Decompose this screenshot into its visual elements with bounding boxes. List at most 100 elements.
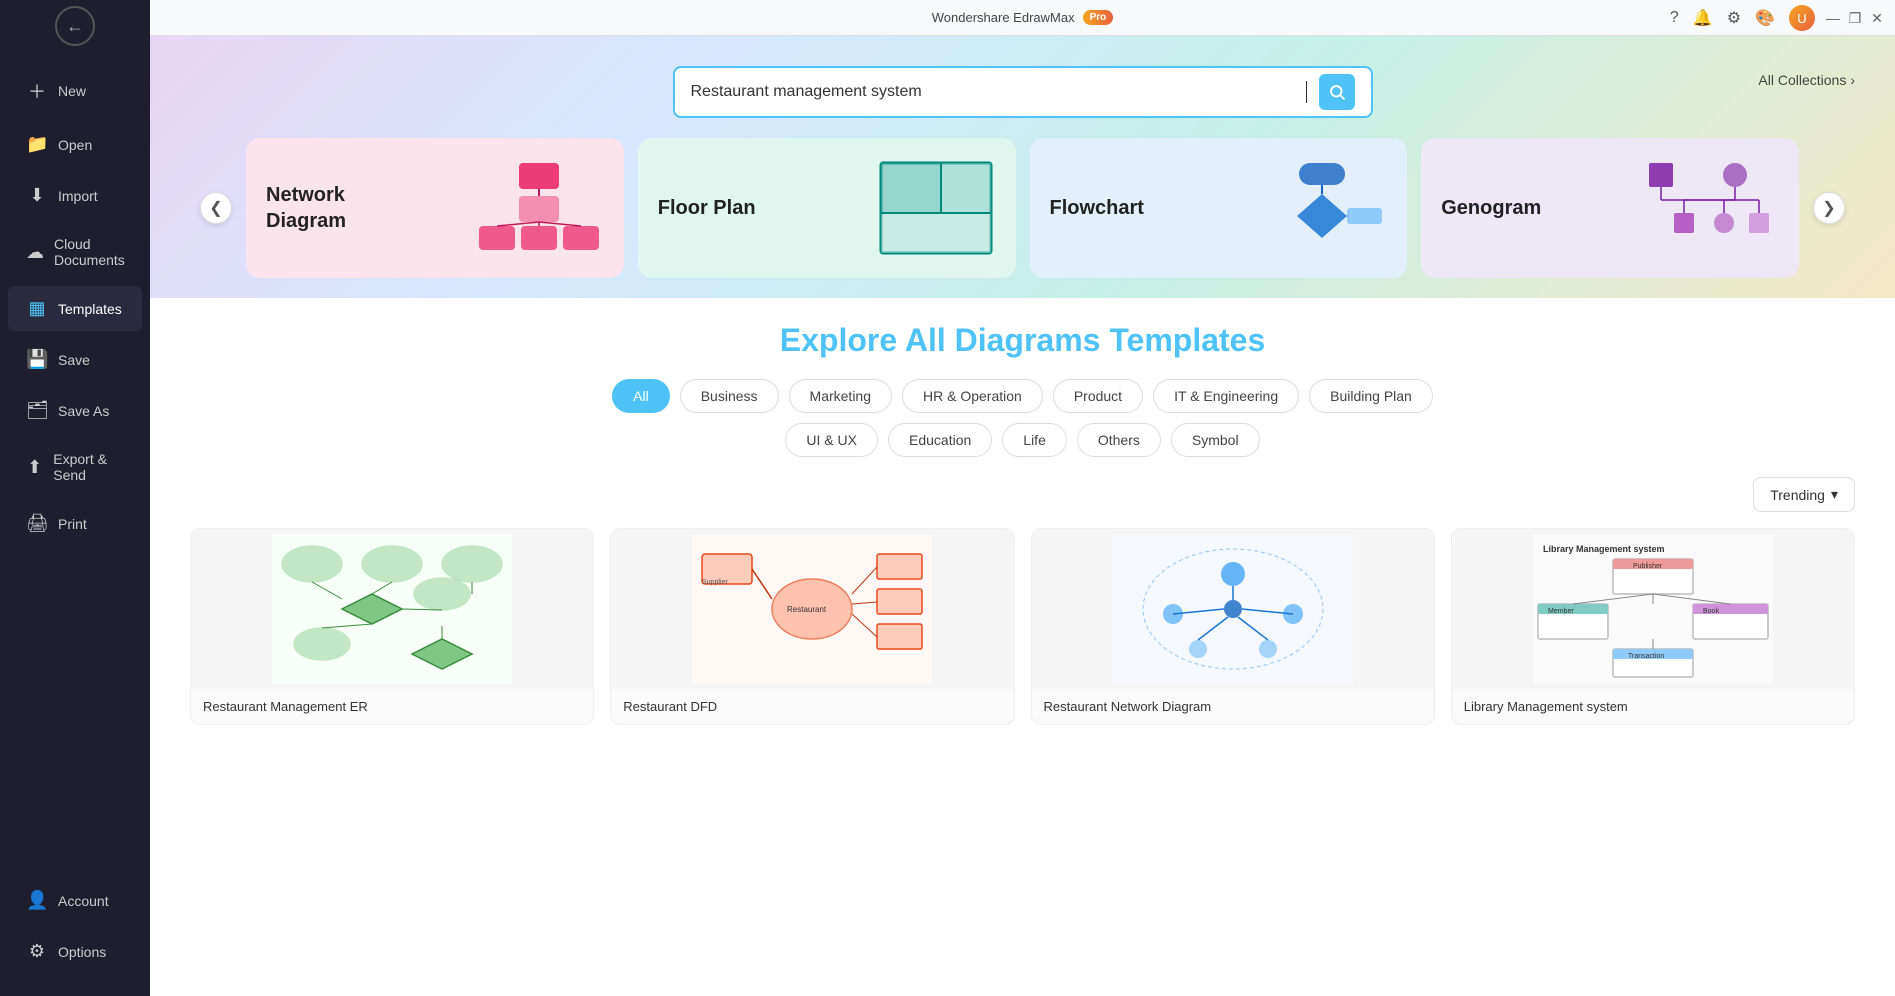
filter-tag-others[interactable]: Others	[1077, 423, 1161, 457]
sidebar-item-new-label: New	[58, 83, 86, 99]
filter-tag-it[interactable]: IT & Engineering	[1153, 379, 1299, 413]
thumb-img-4: Library Management system Publisher Book…	[1452, 529, 1854, 689]
filter-tag-business[interactable]: Business	[680, 379, 779, 413]
sidebar-item-templates-label: Templates	[58, 301, 122, 317]
template-card-network[interactable]: Network Diagram	[246, 138, 624, 278]
sidebar-item-account[interactable]: 👤 Account	[8, 878, 142, 923]
svg-text:Publisher: Publisher	[1633, 563, 1663, 570]
print-icon: 🖨	[26, 513, 48, 534]
sidebar-nav: ＋ New 📁 Open ⬇ Import ☁ Cloud Documents …	[0, 56, 150, 866]
trending-row: Trending ▾	[190, 477, 1855, 512]
filter-tag-marketing[interactable]: Marketing	[789, 379, 892, 413]
minimize-button[interactable]: —	[1825, 10, 1841, 26]
thumb-label-3: Restaurant Network Diagram	[1032, 689, 1434, 724]
sidebar-item-open-label: Open	[58, 137, 92, 153]
thumb-img-1	[191, 529, 593, 689]
back-button[interactable]: ←	[55, 6, 95, 46]
sidebar-bottom: 👤 Account ⚙ Options	[0, 866, 150, 996]
sidebar-item-import[interactable]: ⬇ Import	[8, 173, 142, 218]
toolbar-right: ? 🔔 ⚙ 🎨 U	[1670, 0, 1815, 36]
filter-tag-life[interactable]: Life	[1002, 423, 1067, 457]
template-card-floorplan-title: Floor Plan	[658, 195, 756, 221]
sidebar-item-saveas[interactable]: 🗂 Save As	[8, 388, 142, 433]
pro-badge: Pro	[1083, 10, 1114, 25]
maximize-button[interactable]: ❐	[1847, 10, 1863, 26]
carousel-prev-button[interactable]: ❮	[200, 192, 232, 224]
filter-tag-product[interactable]: Product	[1053, 379, 1143, 413]
search-bar	[673, 66, 1373, 118]
account-icon: 👤	[26, 890, 48, 911]
template-card-network-title: Network Diagram	[266, 182, 386, 234]
sidebar: ← ＋ New 📁 Open ⬇ Import ☁ Cloud Document…	[0, 0, 150, 996]
template-card-genogram[interactable]: Genogram	[1421, 138, 1799, 278]
thumb-img-3	[1032, 529, 1434, 689]
export-icon: ⬆	[26, 457, 43, 478]
all-collections-arrow: ›	[1850, 72, 1855, 88]
sidebar-item-export[interactable]: ⬆ Export & Send	[8, 439, 142, 495]
template-card-flowchart-title: Flowchart	[1050, 195, 1144, 221]
back-button-area[interactable]: ←	[10, 6, 140, 46]
sidebar-item-cloud-label: Cloud Documents	[54, 236, 125, 268]
sidebar-item-save[interactable]: 💾 Save	[8, 337, 142, 382]
filter-tag-all[interactable]: All	[612, 379, 670, 413]
sidebar-item-open[interactable]: 📁 Open	[8, 122, 142, 167]
explore-section: Explore All Diagrams Templates All Busin…	[150, 298, 1895, 996]
sidebar-item-export-label: Export & Send	[53, 451, 124, 483]
sidebar-item-print[interactable]: 🖨 Print	[8, 501, 142, 546]
trending-select[interactable]: Trending ▾	[1753, 477, 1855, 512]
explore-title: Explore All Diagrams Templates	[190, 322, 1855, 359]
sidebar-item-options[interactable]: ⚙ Options	[8, 929, 142, 974]
templates-icon: ▦	[26, 298, 48, 319]
explore-title-plain: Explore	[780, 322, 905, 358]
template-card-flowchart-img	[1257, 153, 1387, 263]
template-carousel: ❮ Network Diagram	[190, 138, 1855, 278]
help-icon[interactable]: ?	[1670, 9, 1679, 27]
template-card-network-img	[474, 153, 604, 263]
filter-tag-symbol[interactable]: Symbol	[1171, 423, 1260, 457]
svg-text:Restaurant: Restaurant	[787, 605, 827, 614]
sidebar-item-new[interactable]: ＋ New	[8, 66, 142, 116]
settings-icon[interactable]: ⚙	[1727, 8, 1741, 28]
filter-tags-row1: All Business Marketing HR & Operation Pr…	[190, 379, 1855, 413]
sidebar-item-cloud[interactable]: ☁ Cloud Documents	[8, 224, 142, 280]
all-collections-link[interactable]: All Collections ›	[1758, 72, 1855, 88]
thumb-img-2: Supplier Restaurant	[611, 529, 1013, 689]
filter-tag-building[interactable]: Building Plan	[1309, 379, 1433, 413]
all-collections-label: All Collections	[1758, 72, 1846, 88]
save-icon: 💾	[26, 349, 48, 370]
sidebar-item-templates[interactable]: ▦ Templates	[8, 286, 142, 331]
svg-text:Member: Member	[1548, 608, 1574, 615]
template-thumb-3[interactable]: Restaurant Network Diagram	[1031, 528, 1435, 725]
svg-text:Transaction: Transaction	[1628, 653, 1664, 660]
trending-chevron: ▾	[1831, 486, 1838, 503]
template-thumb-2[interactable]: Supplier Restaurant Restaurant DFD	[610, 528, 1014, 725]
svg-text:Supplier: Supplier	[702, 579, 728, 586]
close-button[interactable]: ✕	[1869, 10, 1885, 26]
template-thumb-1[interactable]: Restaurant Management ER	[190, 528, 594, 725]
template-card-floorplan[interactable]: Floor Plan	[638, 138, 1016, 278]
sidebar-item-saveas-label: Save As	[58, 403, 109, 419]
app-title-area: Wondershare EdrawMax Pro	[932, 10, 1114, 25]
carousel-next-button[interactable]: ❯	[1813, 192, 1845, 224]
template-thumb-4[interactable]: Library Management system Publisher Book…	[1451, 528, 1855, 725]
saveas-icon: 🗂	[26, 400, 48, 421]
user-avatar[interactable]: U	[1789, 5, 1815, 31]
bell-icon[interactable]: 🔔	[1693, 8, 1713, 28]
filter-tag-hr[interactable]: HR & Operation	[902, 379, 1043, 413]
app-title: Wondershare EdrawMax	[932, 10, 1075, 25]
template-card-flowchart[interactable]: Flowchart	[1030, 138, 1408, 278]
search-button[interactable]	[1319, 74, 1355, 110]
new-icon: ＋	[26, 78, 48, 104]
theme-icon[interactable]: 🎨	[1755, 8, 1775, 28]
sidebar-item-import-label: Import	[58, 188, 98, 204]
template-card-genogram-img	[1629, 153, 1779, 263]
template-card-genogram-title: Genogram	[1441, 195, 1541, 221]
filter-tag-uiux[interactable]: UI & UX	[785, 423, 878, 457]
window-controls: — ❐ ✕	[1825, 0, 1885, 36]
main-content: Wondershare EdrawMax Pro ? 🔔 ⚙ 🎨 U — ❐ ✕	[150, 0, 1895, 996]
search-input[interactable]	[691, 83, 1294, 101]
sidebar-item-account-label: Account	[58, 893, 109, 909]
thumb-label-4: Library Management system	[1452, 689, 1854, 724]
options-icon: ⚙	[26, 941, 48, 962]
filter-tag-education[interactable]: Education	[888, 423, 992, 457]
